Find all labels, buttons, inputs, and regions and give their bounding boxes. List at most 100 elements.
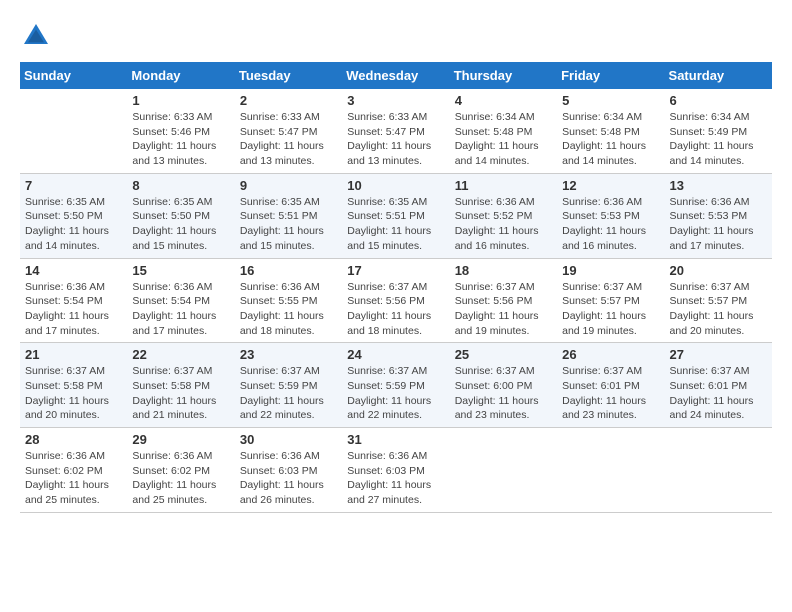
day-number: 1 bbox=[132, 93, 229, 108]
calendar-week-2: 7 Sunrise: 6:35 AMSunset: 5:50 PMDaylight… bbox=[20, 173, 772, 258]
day-info: Sunrise: 6:36 AMSunset: 6:03 PMDaylight:… bbox=[347, 449, 444, 508]
day-info: Sunrise: 6:36 AMSunset: 5:53 PMDaylight:… bbox=[562, 195, 659, 254]
day-number: 14 bbox=[25, 263, 122, 278]
calendar-cell: 9 Sunrise: 6:35 AMSunset: 5:51 PMDaylight… bbox=[235, 173, 342, 258]
calendar-week-1: 1Sunrise: 6:33 AMSunset: 5:46 PMDaylight… bbox=[20, 89, 772, 173]
day-info: Sunrise: 6:36 AMSunset: 5:52 PMDaylight:… bbox=[455, 195, 552, 254]
calendar-cell: 3 Sunrise: 6:33 AMSunset: 5:47 PMDaylight… bbox=[342, 89, 449, 173]
day-info: Sunrise: 6:37 AMSunset: 6:01 PMDaylight:… bbox=[670, 364, 767, 423]
calendar-cell: 27 Sunrise: 6:37 AMSunset: 6:01 PMDayligh… bbox=[665, 343, 772, 428]
day-number: 16 bbox=[240, 263, 337, 278]
day-number: 3 bbox=[347, 93, 444, 108]
day-info: Sunrise: 6:37 AMSunset: 5:58 PMDaylight:… bbox=[25, 364, 122, 423]
day-info: Sunrise: 6:36 AMSunset: 5:54 PMDaylight:… bbox=[25, 280, 122, 339]
day-info: Sunrise: 6:37 AMSunset: 5:57 PMDaylight:… bbox=[670, 280, 767, 339]
calendar-cell: 2Sunrise: 6:33 AMSunset: 5:47 PMDaylight… bbox=[235, 89, 342, 173]
calendar-cell bbox=[665, 428, 772, 513]
day-number: 8 bbox=[132, 178, 229, 193]
weekday-header-friday: Friday bbox=[557, 62, 664, 89]
calendar-cell: 28Sunrise: 6:36 AMSunset: 6:02 PMDayligh… bbox=[20, 428, 127, 513]
day-info: Sunrise: 6:34 AMSunset: 5:48 PMDaylight:… bbox=[562, 110, 659, 169]
calendar-cell: 23Sunrise: 6:37 AMSunset: 5:59 PMDayligh… bbox=[235, 343, 342, 428]
calendar-cell: 18 Sunrise: 6:37 AMSunset: 5:56 PMDayligh… bbox=[450, 258, 557, 343]
day-info: Sunrise: 6:36 AMSunset: 6:03 PMDaylight:… bbox=[240, 449, 337, 508]
day-number: 17 bbox=[347, 263, 444, 278]
day-info: Sunrise: 6:37 AMSunset: 5:57 PMDaylight:… bbox=[562, 280, 659, 339]
calendar-week-3: 14 Sunrise: 6:36 AMSunset: 5:54 PMDayligh… bbox=[20, 258, 772, 343]
calendar-cell: 16 Sunrise: 6:36 AMSunset: 5:55 PMDayligh… bbox=[235, 258, 342, 343]
calendar-cell: 13Sunrise: 6:36 AMSunset: 5:53 PMDayligh… bbox=[665, 173, 772, 258]
calendar-cell: 24 Sunrise: 6:37 AMSunset: 5:59 PMDayligh… bbox=[342, 343, 449, 428]
day-info: Sunrise: 6:37 AMSunset: 5:58 PMDaylight:… bbox=[132, 364, 229, 423]
day-number: 27 bbox=[670, 347, 767, 362]
day-info: Sunrise: 6:35 AMSunset: 5:51 PMDaylight:… bbox=[240, 195, 337, 254]
day-number: 18 bbox=[455, 263, 552, 278]
calendar-cell: 15 Sunrise: 6:36 AMSunset: 5:54 PMDayligh… bbox=[127, 258, 234, 343]
day-info: Sunrise: 6:34 AMSunset: 5:49 PMDaylight:… bbox=[670, 110, 767, 169]
logo-icon bbox=[20, 20, 52, 52]
page-header bbox=[20, 20, 772, 52]
weekday-header-thursday: Thursday bbox=[450, 62, 557, 89]
day-number: 23 bbox=[240, 347, 337, 362]
calendar-cell bbox=[557, 428, 664, 513]
weekday-header-monday: Monday bbox=[127, 62, 234, 89]
day-info: Sunrise: 6:34 AMSunset: 5:48 PMDaylight:… bbox=[455, 110, 552, 169]
day-number: 12 bbox=[562, 178, 659, 193]
day-info: Sunrise: 6:36 AMSunset: 5:53 PMDaylight:… bbox=[670, 195, 767, 254]
day-number: 11 bbox=[455, 178, 552, 193]
day-info: Sunrise: 6:36 AMSunset: 6:02 PMDaylight:… bbox=[25, 449, 122, 508]
calendar-cell: 25 Sunrise: 6:37 AMSunset: 6:00 PMDayligh… bbox=[450, 343, 557, 428]
calendar-cell: 30Sunrise: 6:36 AMSunset: 6:03 PMDayligh… bbox=[235, 428, 342, 513]
day-number: 31 bbox=[347, 432, 444, 447]
day-number: 25 bbox=[455, 347, 552, 362]
day-number: 7 bbox=[25, 178, 122, 193]
calendar-cell: 21Sunrise: 6:37 AMSunset: 5:58 PMDayligh… bbox=[20, 343, 127, 428]
calendar-table: SundayMondayTuesdayWednesdayThursdayFrid… bbox=[20, 62, 772, 513]
day-info: Sunrise: 6:36 AMSunset: 5:54 PMDaylight:… bbox=[132, 280, 229, 339]
day-info: Sunrise: 6:37 AMSunset: 5:56 PMDaylight:… bbox=[455, 280, 552, 339]
calendar-cell bbox=[450, 428, 557, 513]
day-info: Sunrise: 6:36 AMSunset: 5:55 PMDaylight:… bbox=[240, 280, 337, 339]
logo bbox=[20, 20, 56, 52]
calendar-cell: 22 Sunrise: 6:37 AMSunset: 5:58 PMDayligh… bbox=[127, 343, 234, 428]
calendar-cell: 6Sunrise: 6:34 AMSunset: 5:49 PMDaylight… bbox=[665, 89, 772, 173]
calendar-week-5: 28Sunrise: 6:36 AMSunset: 6:02 PMDayligh… bbox=[20, 428, 772, 513]
calendar-cell: 14 Sunrise: 6:36 AMSunset: 5:54 PMDayligh… bbox=[20, 258, 127, 343]
calendar-cell: 7 Sunrise: 6:35 AMSunset: 5:50 PMDaylight… bbox=[20, 173, 127, 258]
day-number: 24 bbox=[347, 347, 444, 362]
calendar-cell: 26Sunrise: 6:37 AMSunset: 6:01 PMDayligh… bbox=[557, 343, 664, 428]
calendar-cell: 19 Sunrise: 6:37 AMSunset: 5:57 PMDayligh… bbox=[557, 258, 664, 343]
calendar-cell: 17 Sunrise: 6:37 AMSunset: 5:56 PMDayligh… bbox=[342, 258, 449, 343]
calendar-cell: 20 Sunrise: 6:37 AMSunset: 5:57 PMDayligh… bbox=[665, 258, 772, 343]
calendar-cell: 10 Sunrise: 6:35 AMSunset: 5:51 PMDayligh… bbox=[342, 173, 449, 258]
day-info: Sunrise: 6:33 AMSunset: 5:47 PMDaylight:… bbox=[240, 110, 337, 169]
calendar-body: 1Sunrise: 6:33 AMSunset: 5:46 PMDaylight… bbox=[20, 89, 772, 512]
weekday-header-sunday: Sunday bbox=[20, 62, 127, 89]
calendar-cell: 4 Sunrise: 6:34 AMSunset: 5:48 PMDaylight… bbox=[450, 89, 557, 173]
weekday-header-tuesday: Tuesday bbox=[235, 62, 342, 89]
day-info: Sunrise: 6:37 AMSunset: 6:00 PMDaylight:… bbox=[455, 364, 552, 423]
calendar-week-4: 21Sunrise: 6:37 AMSunset: 5:58 PMDayligh… bbox=[20, 343, 772, 428]
calendar-cell bbox=[20, 89, 127, 173]
weekday-header-saturday: Saturday bbox=[665, 62, 772, 89]
calendar-cell: 12 Sunrise: 6:36 AMSunset: 5:53 PMDayligh… bbox=[557, 173, 664, 258]
day-number: 22 bbox=[132, 347, 229, 362]
day-info: Sunrise: 6:36 AMSunset: 6:02 PMDaylight:… bbox=[132, 449, 229, 508]
day-number: 4 bbox=[455, 93, 552, 108]
day-number: 15 bbox=[132, 263, 229, 278]
day-number: 29 bbox=[132, 432, 229, 447]
calendar-cell: 31 Sunrise: 6:36 AMSunset: 6:03 PMDayligh… bbox=[342, 428, 449, 513]
day-info: Sunrise: 6:35 AMSunset: 5:50 PMDaylight:… bbox=[132, 195, 229, 254]
day-info: Sunrise: 6:35 AMSunset: 5:51 PMDaylight:… bbox=[347, 195, 444, 254]
weekday-header-row: SundayMondayTuesdayWednesdayThursdayFrid… bbox=[20, 62, 772, 89]
day-number: 10 bbox=[347, 178, 444, 193]
day-info: Sunrise: 6:37 AMSunset: 5:59 PMDaylight:… bbox=[347, 364, 444, 423]
day-number: 9 bbox=[240, 178, 337, 193]
day-info: Sunrise: 6:35 AMSunset: 5:50 PMDaylight:… bbox=[25, 195, 122, 254]
day-info: Sunrise: 6:33 AMSunset: 5:47 PMDaylight:… bbox=[347, 110, 444, 169]
calendar-cell: 29 Sunrise: 6:36 AMSunset: 6:02 PMDayligh… bbox=[127, 428, 234, 513]
calendar-cell: 8 Sunrise: 6:35 AMSunset: 5:50 PMDaylight… bbox=[127, 173, 234, 258]
day-number: 19 bbox=[562, 263, 659, 278]
day-number: 20 bbox=[670, 263, 767, 278]
day-info: Sunrise: 6:37 AMSunset: 5:56 PMDaylight:… bbox=[347, 280, 444, 339]
